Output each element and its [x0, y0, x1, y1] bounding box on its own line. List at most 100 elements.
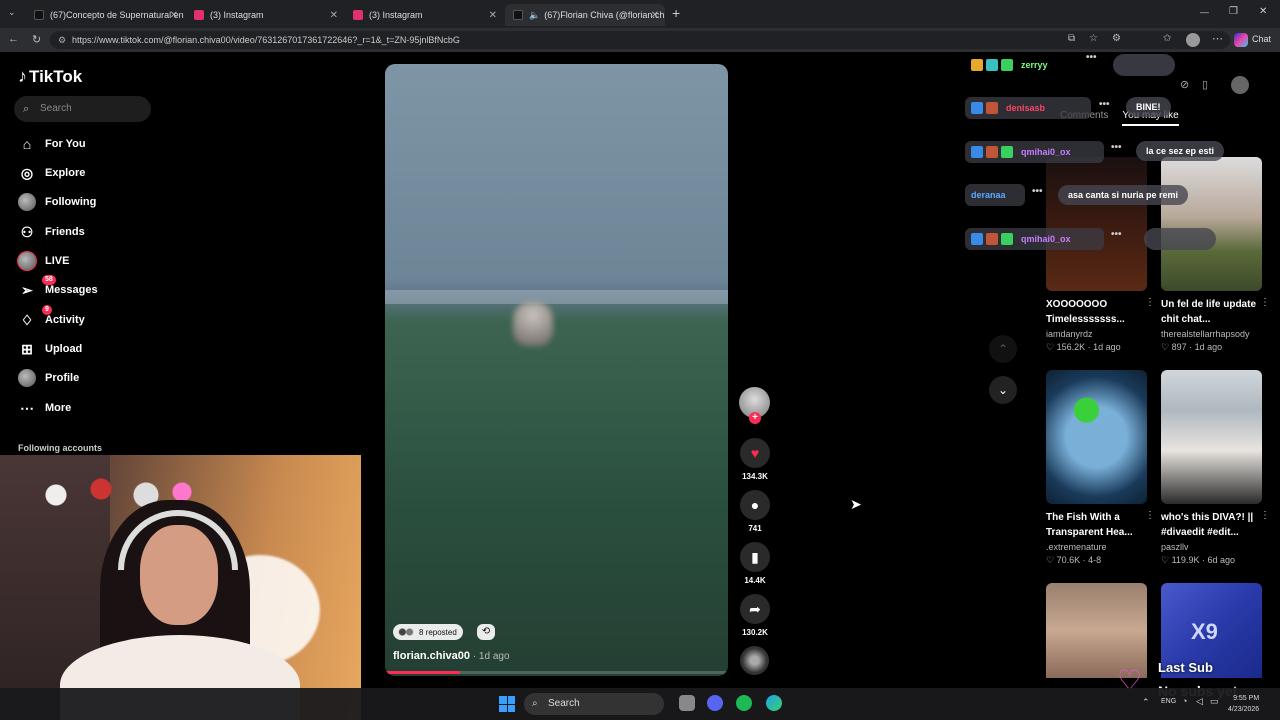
activity-badge: 9 — [42, 305, 52, 315]
chat-badges — [971, 59, 1013, 71]
video-thumbnail[interactable] — [1046, 370, 1147, 504]
card-date: 1d ago — [1194, 342, 1223, 352]
language-indicator[interactable]: ENG — [1161, 698, 1176, 705]
follow-plus-icon[interactable]: + — [749, 412, 761, 424]
profile-avatar[interactable] — [1186, 33, 1200, 47]
tiktok-note-icon: ♪ — [18, 66, 27, 86]
chat-button[interactable]: Chat — [1252, 34, 1271, 44]
edge-icon[interactable] — [766, 695, 782, 711]
new-tab-button[interactable]: + — [672, 5, 680, 21]
nav-upload[interactable]: ⊞ Upload — [18, 338, 82, 360]
video-progress-bar[interactable] — [385, 671, 728, 674]
card-user: paszllv — [1161, 542, 1189, 552]
tab-list-icon[interactable]: ⌄ — [8, 7, 16, 18]
windows-start-icon[interactable] — [499, 696, 515, 712]
video-thumbnail[interactable] — [1046, 157, 1147, 291]
card-more-icon[interactable]: ⋮ — [1145, 510, 1155, 521]
nav-messages[interactable]: ➢ 58 Messages — [18, 275, 98, 301]
like-count: 134.3K — [742, 472, 768, 481]
minimize-icon[interactable]: — — [1200, 7, 1209, 17]
video-thumbnail[interactable] — [1161, 370, 1262, 504]
reposted-pill[interactable]: 8 reposted — [393, 624, 463, 640]
browser-tab[interactable]: (67)Concepto de Supernatural en ✕ — [26, 4, 184, 26]
previous-video-button[interactable]: ⌃ — [989, 335, 1017, 363]
bookmark-star-icon[interactable]: ☆ — [1089, 33, 1098, 44]
chevron-up-icon[interactable]: ⌃ — [1142, 697, 1150, 708]
site-info-icon[interactable]: ⚙ — [58, 31, 66, 49]
close-tab-icon[interactable]: ✕ — [651, 10, 659, 21]
nav-friends[interactable]: ⚇ Friends — [18, 221, 85, 243]
close-tab-icon[interactable]: ✕ — [170, 10, 178, 21]
search-icon: ⌕ — [532, 698, 538, 709]
chat-dots-icon: ••• — [1099, 99, 1110, 110]
more-menu-icon[interactable]: ⋯ — [1212, 32, 1223, 45]
card-user: iamdanyrdz — [1046, 329, 1093, 339]
like-action[interactable]: ♥ 134.3K — [739, 438, 771, 481]
back-icon[interactable]: ← — [8, 33, 19, 45]
nav-profile[interactable]: Profile — [18, 367, 79, 389]
volume-icon[interactable]: ◁ — [1196, 696, 1203, 707]
spotify-icon[interactable] — [736, 695, 752, 711]
discord-icon[interactable] — [707, 695, 723, 711]
video-thumbnail[interactable] — [1161, 157, 1262, 291]
copilot-icon[interactable] — [1234, 33, 1248, 47]
following-avatar — [18, 193, 36, 211]
nav-live[interactable]: LIVE — [18, 250, 69, 272]
video-player[interactable]: 8 reposted ⟲ florian.chiva00 · 1d ago — [385, 64, 728, 676]
chat-dots-icon: ••• — [1086, 52, 1097, 63]
share-arrow-icon[interactable]: ➦ — [740, 594, 770, 624]
recommended-card[interactable]: who's this DIVA?! || #divaedit #edit... … — [1161, 370, 1270, 566]
url-field[interactable]: ⚙ https://www.tiktok.com/@florian.chiva0… — [50, 31, 1230, 49]
repost-icon[interactable]: ⟲ — [477, 624, 495, 640]
wifi-icon[interactable]: ◔ — [1182, 696, 1187, 706]
extensions-icon[interactable]: ⧉ — [1068, 33, 1075, 44]
battery-icon[interactable]: ▭ — [1210, 696, 1219, 707]
nav-explore[interactable]: ◎ Explore — [18, 162, 85, 184]
card-more-icon[interactable]: ⋮ — [1260, 297, 1270, 308]
card-more-icon[interactable]: ⋮ — [1145, 297, 1155, 308]
following-accounts-title: Following accounts — [18, 443, 103, 453]
share-action[interactable]: ➦ 130.2K — [739, 594, 771, 637]
sound-disc-icon[interactable] — [740, 646, 769, 675]
nav-activity[interactable]: ♢ 9 Activity — [18, 305, 85, 331]
close-tab-icon[interactable]: ✕ — [330, 10, 338, 21]
taskbar-search[interactable]: ⌕ Search — [524, 693, 664, 715]
close-window-icon[interactable]: ✕ — [1259, 6, 1267, 17]
windows-taskbar: ⌕ Search ⌃ ENG ◔ ◁ ▭ 9:55 PM 4/23/2026 — [0, 688, 1280, 720]
reposter-avatars — [397, 627, 415, 637]
card-title: who's this DIVA?! || #divaedit #edit... — [1161, 512, 1254, 538]
settings-gear-icon[interactable]: ⚙ — [1112, 33, 1121, 44]
instagram-favicon-icon — [194, 10, 204, 20]
card-more-icon[interactable]: ⋮ — [1260, 510, 1270, 521]
restore-icon[interactable]: ❐ — [1229, 6, 1238, 17]
next-video-button[interactable]: ⌄ — [989, 376, 1017, 404]
chat-username: zerryy — [1021, 60, 1048, 70]
comment-icon[interactable]: ● — [740, 490, 770, 520]
browser-tab-active[interactable]: 🔈 (67)Florian Chiva (@florian.ch ✕ — [505, 4, 665, 26]
recommended-card[interactable]: The Fish With a Transparent Hea... .extr… — [1046, 370, 1155, 566]
chat-message: deranaa — [965, 184, 1025, 206]
video-author[interactable]: florian.chiva00 · 1d ago — [393, 650, 510, 662]
nav-for-you[interactable]: ⌂ For You — [18, 133, 86, 155]
file-explorer-icon[interactable] — [679, 695, 695, 711]
close-tab-icon[interactable]: ✕ — [489, 10, 497, 21]
compass-icon[interactable]: ⊘ — [1180, 78, 1189, 91]
system-clock[interactable]: 9:55 PM 4/23/2026 — [1228, 693, 1259, 715]
tiktok-logo[interactable]: ♪ TikTok — [18, 66, 82, 87]
bookmark-icon[interactable]: ▮ — [740, 542, 770, 572]
nav-more[interactable]: ⋯ More — [18, 397, 71, 419]
emote-bubble — [1113, 54, 1175, 76]
nav-following[interactable]: Following — [18, 191, 96, 213]
favorites-icon[interactable]: ✩ — [1163, 33, 1171, 44]
comment-action[interactable]: ● 741 — [739, 490, 771, 533]
search-icon: ⌕ — [23, 103, 30, 115]
reload-icon[interactable]: ↻ — [32, 33, 41, 46]
browser-tab[interactable]: (3) Instagram ✕ — [186, 4, 344, 26]
browser-tab[interactable]: (3) Instagram ✕ — [345, 4, 503, 26]
heart-icon[interactable]: ♥ — [740, 438, 770, 468]
phone-icon[interactable]: ▯ — [1202, 78, 1208, 91]
account-avatar[interactable] — [1231, 76, 1249, 94]
search-input[interactable]: ⌕ Search — [14, 96, 151, 122]
save-action[interactable]: ▮ 14.4K — [739, 542, 771, 585]
chat-badges — [971, 146, 1013, 158]
